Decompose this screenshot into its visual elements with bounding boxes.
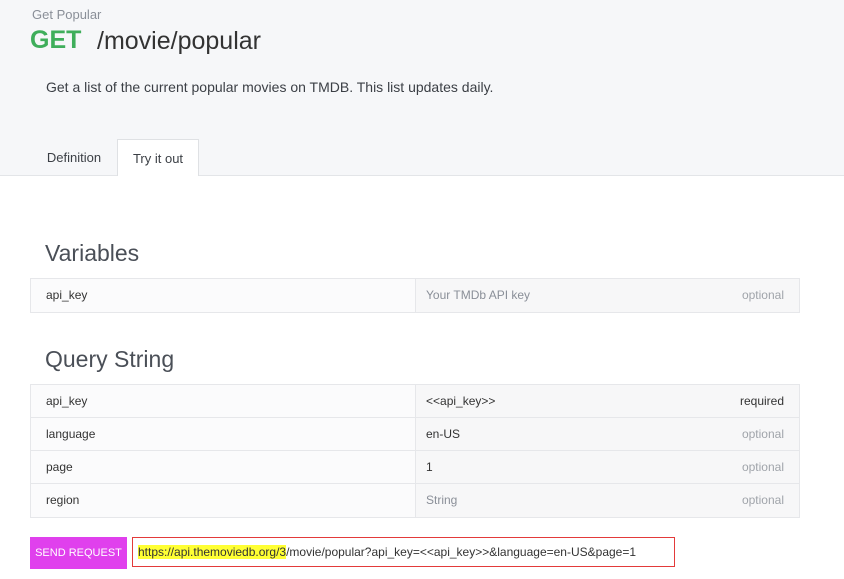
variables-heading: Variables xyxy=(45,240,140,266)
table-row: region String optional xyxy=(31,484,799,517)
param-value: 1 xyxy=(426,460,433,474)
param-input-api-key[interactable]: <<api_key>> required xyxy=(415,385,799,417)
tab-definition[interactable]: Definition xyxy=(32,139,116,175)
param-requirement: optional xyxy=(741,493,784,507)
param-name: region xyxy=(31,484,415,517)
param-requirement: optional xyxy=(741,288,784,302)
table-row: api_key <<api_key>> required xyxy=(31,385,799,418)
param-requirement: required xyxy=(739,394,784,408)
send-request-button[interactable]: SEND REQUEST xyxy=(30,537,127,569)
http-method: GET xyxy=(30,26,82,54)
param-input-api-key[interactable]: Your TMDb API key optional xyxy=(415,279,799,312)
param-input-page[interactable]: 1 optional xyxy=(415,451,799,483)
param-name: language xyxy=(31,418,415,450)
endpoint-description: Get a list of the current popular movies… xyxy=(46,79,494,95)
table-row: language en-US optional xyxy=(31,418,799,451)
param-input-region[interactable]: String optional xyxy=(415,484,799,517)
endpoint-name: Get Popular xyxy=(32,7,102,22)
variables-table: api_key Your TMDb API key optional xyxy=(30,278,800,313)
endpoint-header: Get Popular GET /movie/popular Get a lis… xyxy=(0,0,844,176)
param-requirement: optional xyxy=(741,427,784,441)
query-string-heading: Query String xyxy=(45,346,175,372)
param-input-language[interactable]: en-US optional xyxy=(415,418,799,450)
param-value: en-US xyxy=(426,427,461,441)
url-base-highlight: https://api.themoviedb.org/3 xyxy=(138,545,287,559)
url-path: /movie/popular?api_key=<<api_key>>&langu… xyxy=(286,545,637,559)
param-name: api_key xyxy=(31,385,415,417)
table-row: page 1 optional xyxy=(31,451,799,484)
param-value: Your TMDb API key xyxy=(426,288,531,302)
request-url[interactable]: https://api.themoviedb.org/3/movie/popul… xyxy=(132,537,675,567)
query-string-table: api_key <<api_key>> required language en… xyxy=(30,384,800,518)
param-name: api_key xyxy=(31,279,415,312)
param-value: <<api_key>> xyxy=(426,394,496,408)
table-row: api_key Your TMDb API key optional xyxy=(31,279,799,312)
endpoint-path: /movie/popular xyxy=(97,27,261,55)
param-requirement: optional xyxy=(741,460,784,474)
param-value: String xyxy=(426,493,458,507)
param-name: page xyxy=(31,451,415,483)
tab-try-it-out[interactable]: Try it out xyxy=(117,139,199,176)
